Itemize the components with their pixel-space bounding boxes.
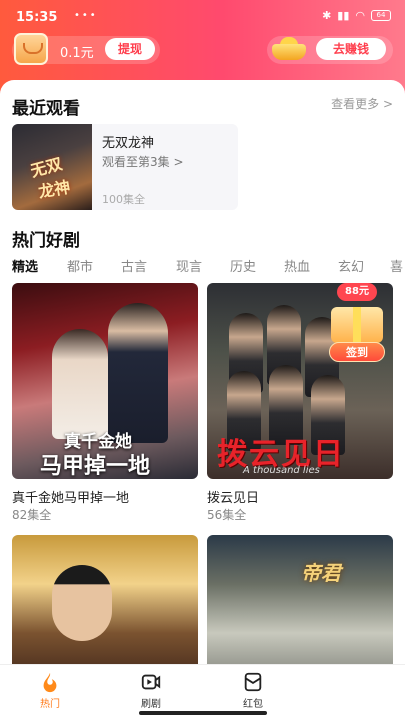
drama-poster[interactable] [12,535,198,664]
recent-drama-card[interactable]: 无双 龙神 无双龙神 观看至第3集 > 100集全 [12,124,238,210]
tab-modern-romance[interactable]: 现言 [176,256,202,275]
drama-episode-count: 56集全 [207,508,247,522]
envelope-icon [244,672,262,692]
signal-icon: ▮▮ [337,9,350,22]
tab-action[interactable]: 热血 [284,256,310,275]
category-tabs: 精选 都市 古言 现言 历史 热血 玄幻 喜 [12,256,405,276]
hot-section-title: 热门好剧 [12,231,80,251]
withdraw-button[interactable]: 提现 [105,38,155,60]
gift-box-icon[interactable] [331,307,383,343]
recent-section-title: 最近观看 [12,99,80,119]
bluetooth-icon: ✱ [322,9,332,22]
drama-episode-count: 82集全 [12,508,52,522]
tab-urban[interactable]: 都市 [67,256,93,275]
nav-item-red-envelope[interactable]: 红包 [223,669,283,713]
nav-item-hot[interactable]: 热门 [20,669,80,713]
tab-comedy[interactable]: 喜 [390,256,403,275]
tab-ancient-romance[interactable]: 古言 [121,256,147,275]
notification-dots: ••• [74,10,98,21]
flame-icon [43,672,57,693]
drama-poster[interactable]: 真千金她 马甲掉一地 [12,283,198,479]
home-indicator[interactable] [139,711,267,715]
tab-history[interactable]: 历史 [230,256,256,275]
check-in-button[interactable]: 签到 [329,342,385,362]
wallet-icon [14,33,48,65]
earn-money-button[interactable]: 去赚钱 [316,38,386,60]
nav-label: 红包 [243,699,263,710]
wifi-icon: ◠ [355,9,365,22]
drama-title[interactable]: 拨云见日 [207,487,259,506]
tab-featured[interactable]: 精选 [12,256,38,275]
video-icon [141,674,161,690]
episode-count: 100集全 [102,193,145,206]
drama-name: 无双龙神 [102,136,155,151]
balance-amount: 0.1元 [60,46,94,61]
battery-icon: 64 [371,10,391,21]
status-time: 15:35 [16,10,58,25]
watch-progress[interactable]: 观看至第3集 > [102,153,184,170]
drama-thumbnail: 无双 龙神 [12,124,92,210]
nav-item-binge[interactable]: 刷剧 [121,669,181,713]
drama-poster[interactable]: 帝君 [207,535,393,664]
nav-label: 刷剧 [141,699,161,710]
gold-ingot-icon [270,34,308,64]
reward-badge: 88元 [337,283,377,301]
main-content: 最近观看 查看更多 > 无双 龙神 无双龙神 观看至第3集 > 100集全 热门… [0,80,405,664]
nav-label: 热门 [40,699,60,710]
tab-fantasy[interactable]: 玄幻 [338,256,364,275]
see-more-link[interactable]: 查看更多 > [331,95,393,112]
drama-title[interactable]: 真千金她马甲掉一地 [12,487,129,506]
status-bar: 15:35 ••• ✱ ▮▮ ◠ 64 [0,0,405,32]
